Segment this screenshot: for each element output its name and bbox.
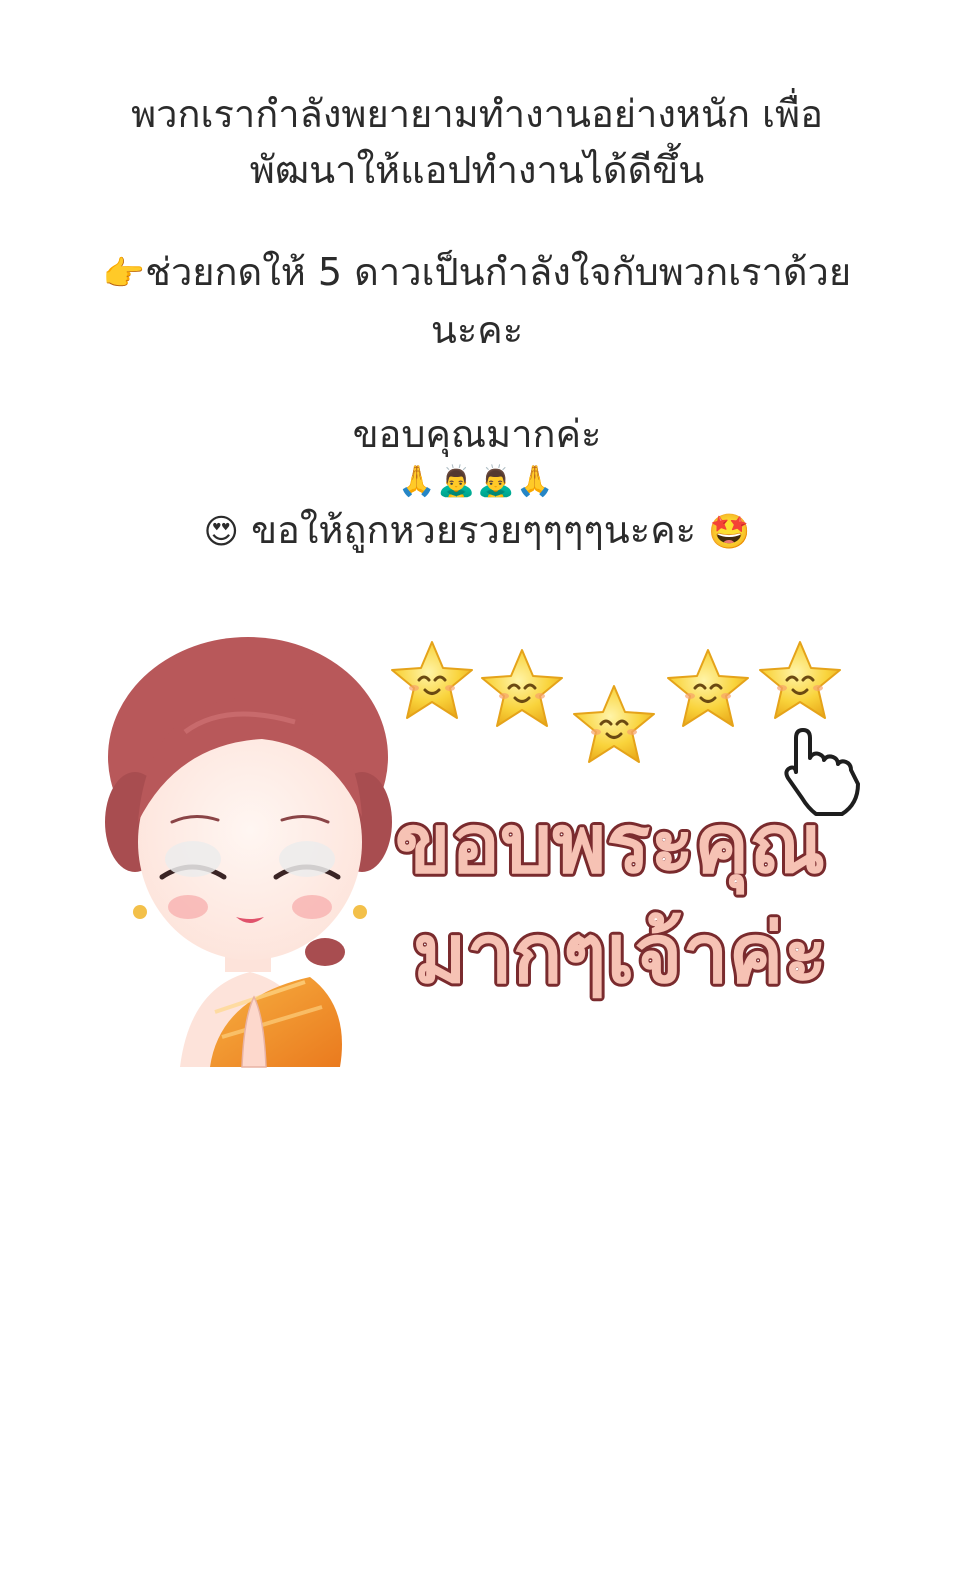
sticker-text-line-1: ขอบพระคุณ (395, 797, 825, 895)
star-eyes-emoji: 🤩 (708, 512, 751, 552)
message-text: ขอให้ถูกหวยรวยๆๆๆๆนะคะ (251, 508, 697, 552)
pointing-hand-emoji: 👉 (102, 254, 146, 294)
message-line: พวกเรากำลังพยายามทำงานอย่างหนัก เพื่อ (131, 92, 823, 136)
thank-you-line: ขอบคุณมากค่ะ (352, 412, 602, 456)
lucky-line: 😍 ขอให้ถูกหวยรวยๆๆๆๆนะคะ 🤩 (60, 502, 894, 560)
heart-eyes-emoji: 😍 (203, 512, 239, 552)
thank-you-sticker: ขอบพระคุณ มากๆเจ้าค่ะ (90, 612, 870, 1072)
sticker-illustration: ขอบพระคุณ มากๆเจ้าค่ะ (105, 637, 860, 1068)
star-2 (480, 648, 564, 728)
message-line: 👉ช่วยกดให้ 5 ดาวเป็นกำลังใจกับพวกเราด้วย (60, 244, 894, 302)
message-text: ช่วยกดให้ 5 ดาวเป็นกำลังใจกับพวกเราด้วย (145, 250, 852, 294)
bowing-emoji-row: 🙏🙇‍♂️🙇‍♂️🙏 (398, 464, 556, 499)
sticker-text-line-2: มากๆเจ้าค่ะ (413, 907, 828, 1002)
sticker-text: ขอบพระคุณ มากๆเจ้าค่ะ (392, 794, 831, 1005)
woman-character (105, 637, 392, 1068)
star-4 (666, 648, 750, 728)
star-1 (390, 640, 474, 720)
star-3 (572, 684, 656, 764)
message-line: พัฒนาให้แอปทำงานได้ดีขึ้น (249, 148, 705, 192)
message-line: นะคะ (430, 308, 524, 352)
star-5 (758, 640, 842, 720)
rating-message: พวกเรากำลังพยายามทำงานอย่างหนัก เพื่อ พั… (60, 86, 894, 560)
